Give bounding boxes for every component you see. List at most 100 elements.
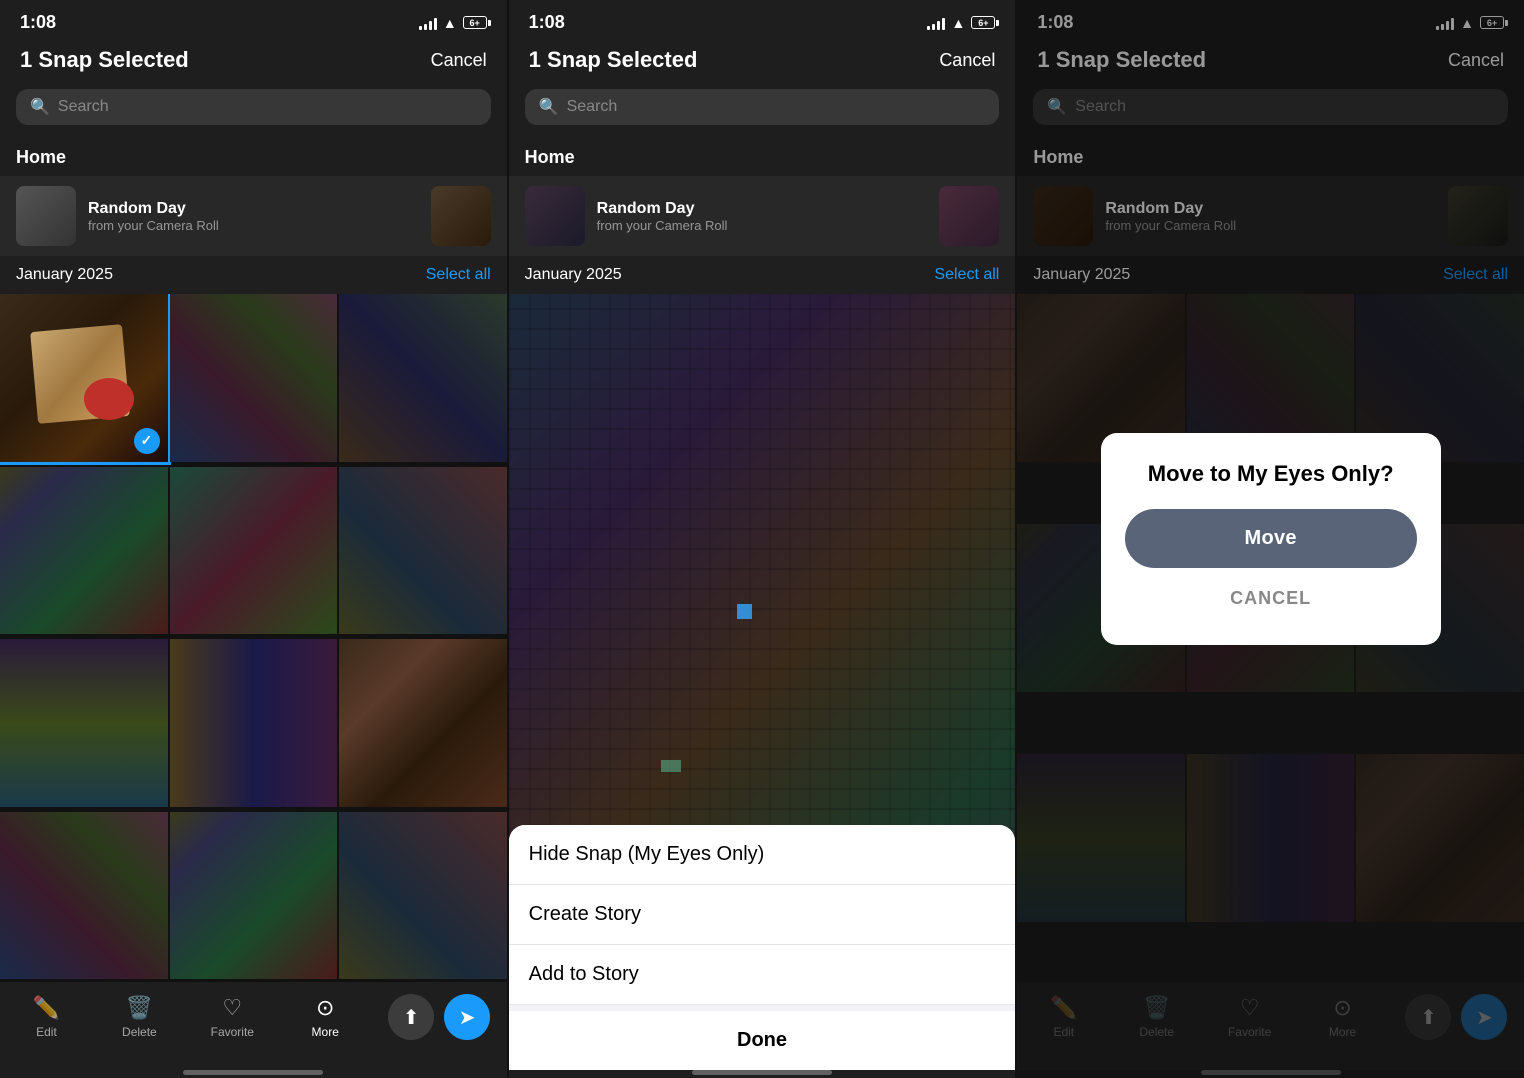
checkmark-icon: ✓: [134, 428, 160, 454]
more-label-left: More: [312, 1025, 339, 1039]
header-title-mid: 1 Snap Selected: [529, 47, 698, 73]
photo-cell-12[interactable]: [339, 812, 507, 980]
search-placeholder-mid: Search: [567, 98, 618, 116]
month-label-left: January 2025: [16, 266, 113, 284]
header-title-left: 1 Snap Selected: [20, 47, 189, 73]
edit-label-left: Edit: [36, 1025, 57, 1039]
blue-pixel: [737, 604, 752, 619]
panel-middle: 1:08 ▲ 6+ 1 Snap Selected Cancel 🔍 Searc…: [509, 0, 1016, 1078]
search-bar-mid: 🔍 Search: [509, 83, 1016, 135]
tab-home-left[interactable]: Home: [16, 147, 66, 168]
dialog-box: Move to My Eyes Only? Move CANCEL: [1101, 433, 1441, 645]
memories-banner-mid: Random Day from your Camera Roll: [509, 176, 1016, 256]
wifi-icon-mid: ▲: [951, 15, 965, 31]
dialog-title: Move to My Eyes Only?: [1125, 461, 1417, 487]
memories-title-left: Random Day: [88, 200, 419, 218]
status-time-left: 1:08: [20, 12, 56, 33]
memories-thumb2-mid: [939, 186, 999, 246]
select-all-left[interactable]: Select all: [426, 266, 491, 284]
search-icon-mid: 🔍: [539, 97, 559, 117]
toolbar-edit-left[interactable]: ✏️ Edit: [16, 995, 76, 1039]
memories-thumb2-left: [431, 186, 491, 246]
status-icons-left: ▲ 6+: [419, 15, 487, 31]
home-indicator-mid: [509, 1070, 1016, 1078]
memories-banner-left: Random Day from your Camera Roll: [0, 176, 507, 256]
photo-cell-6[interactable]: [339, 467, 507, 635]
edit-icon-left: ✏️: [33, 995, 60, 1021]
action-done-btn[interactable]: Done: [509, 1005, 1016, 1070]
toolbar-favorite-left[interactable]: ♡ Favorite: [202, 995, 262, 1039]
photo-cell-selected[interactable]: ✓: [0, 294, 168, 462]
section-header-left: Home: [0, 135, 507, 176]
green-pixel: [661, 760, 681, 772]
move-button[interactable]: Move: [1125, 509, 1417, 568]
memories-subtitle-left: from your Camera Roll: [88, 218, 419, 233]
expanded-photo-area: Hide Snap (My Eyes Only) Create Story Ad…: [509, 294, 1016, 1070]
month-label-mid: January 2025: [525, 266, 622, 284]
photo-cell-11[interactable]: [170, 812, 338, 980]
signal-icon-mid: [927, 16, 945, 30]
wifi-icon-left: ▲: [443, 15, 457, 31]
photo-cell-8[interactable]: [170, 639, 338, 807]
action-sheet: Hide Snap (My Eyes Only) Create Story Ad…: [509, 825, 1016, 1070]
select-all-mid[interactable]: Select all: [934, 266, 999, 284]
memories-title-mid: Random Day: [597, 200, 928, 218]
search-bar-left: 🔍 Search: [0, 83, 507, 135]
battery-icon-mid: 6+: [971, 16, 995, 29]
search-wrapper-left[interactable]: 🔍 Search: [16, 89, 491, 125]
memories-thumb-mid: [525, 186, 585, 246]
photo-cell-9[interactable]: [339, 639, 507, 807]
dialog-cancel-button[interactable]: CANCEL: [1125, 572, 1417, 625]
memories-text-left: Random Day from your Camera Roll: [88, 200, 419, 233]
cancel-button-left[interactable]: Cancel: [431, 50, 487, 71]
bottom-toolbar-left: ✏️ Edit 🗑️ Delete ♡ Favorite ⊙ More ⬆ ➤: [0, 982, 507, 1070]
tab-home-mid[interactable]: Home: [525, 147, 575, 168]
header-mid: 1 Snap Selected Cancel: [509, 39, 1016, 83]
photo-cell-3[interactable]: [339, 294, 507, 462]
cancel-button-mid[interactable]: Cancel: [939, 50, 995, 71]
delete-icon-left: 🗑️: [126, 995, 153, 1021]
panel-left: 1:08 ▲ 6+ 1 Snap Selected Cancel 🔍 Searc…: [0, 0, 507, 1078]
memories-subtitle-mid: from your Camera Roll: [597, 218, 928, 233]
toolbar-send-group-left: ⬆ ➤: [388, 994, 490, 1040]
memories-thumb-left: [16, 186, 76, 246]
month-row-left: January 2025 Select all: [0, 256, 507, 294]
action-sheet-overlay: Hide Snap (My Eyes Only) Create Story Ad…: [509, 825, 1016, 1070]
search-wrapper-mid[interactable]: 🔍 Search: [525, 89, 1000, 125]
battery-icon-left: 6+: [463, 16, 487, 29]
photo-cell-4[interactable]: [0, 467, 168, 635]
action-add-to-story[interactable]: Add to Story: [509, 945, 1016, 1005]
photo-grid-left: ✓: [0, 294, 507, 982]
photo-cell-5[interactable]: [170, 467, 338, 635]
status-bar-mid: 1:08 ▲ 6+: [509, 0, 1016, 39]
favorite-label-left: Favorite: [211, 1025, 254, 1039]
search-icon-left: 🔍: [30, 97, 50, 117]
status-bar-left: 1:08 ▲ 6+: [0, 0, 507, 39]
toolbar-delete-left[interactable]: 🗑️ Delete: [109, 995, 169, 1039]
signal-icon-left: [419, 16, 437, 30]
panel-right: 1:08 ▲ 6+ 1 Snap Selected Cancel 🔍 Searc…: [1017, 0, 1524, 1078]
status-icons-mid: ▲ 6+: [927, 15, 995, 31]
delete-label-left: Delete: [122, 1025, 157, 1039]
memories-text-mid: Random Day from your Camera Roll: [597, 200, 928, 233]
home-bar-mid: [692, 1070, 832, 1075]
toolbar-more-left[interactable]: ⊙ More: [295, 995, 355, 1039]
section-header-mid: Home: [509, 135, 1016, 176]
month-row-mid: January 2025 Select all: [509, 256, 1016, 294]
search-placeholder-left: Search: [58, 98, 109, 116]
status-time-mid: 1:08: [529, 12, 565, 33]
home-bar-left: [183, 1070, 323, 1075]
snap-send-btn-left[interactable]: ➤: [444, 994, 490, 1040]
action-hide-snap[interactable]: Hide Snap (My Eyes Only): [509, 825, 1016, 885]
favorite-icon-left: ♡: [222, 995, 242, 1021]
header-left: 1 Snap Selected Cancel: [0, 39, 507, 83]
home-indicator-left: [0, 1070, 507, 1078]
upload-btn-left[interactable]: ⬆: [388, 994, 434, 1040]
photo-cell-10[interactable]: [0, 812, 168, 980]
more-icon-left: ⊙: [316, 995, 334, 1021]
photo-cell-7[interactable]: [0, 639, 168, 807]
sauce-shape: [84, 378, 134, 420]
action-create-story[interactable]: Create Story: [509, 885, 1016, 945]
photo-cell-2[interactable]: [170, 294, 338, 462]
dialog-overlay: Move to My Eyes Only? Move CANCEL: [1017, 0, 1524, 1078]
